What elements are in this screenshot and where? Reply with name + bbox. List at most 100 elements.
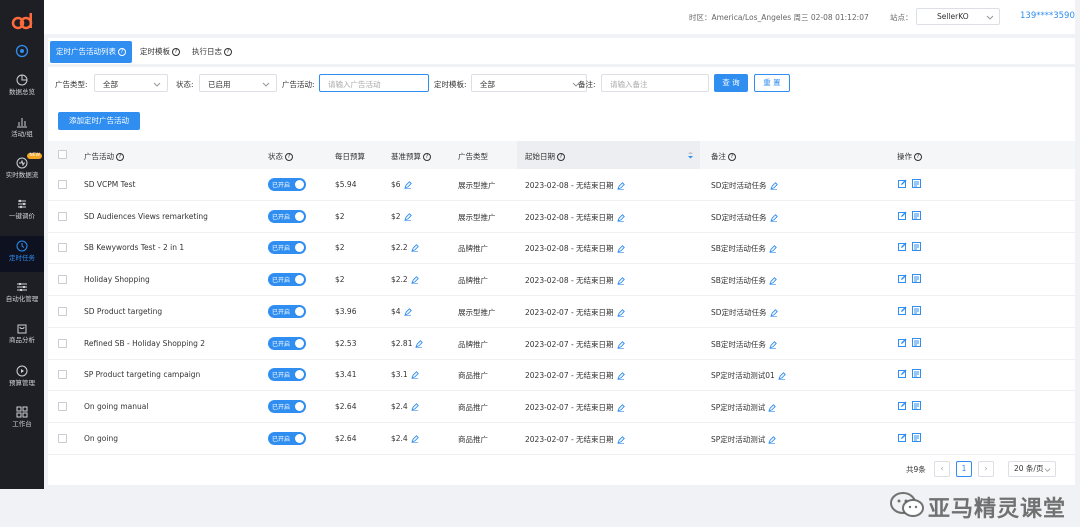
edit-pencil-icon[interactable] <box>768 404 777 412</box>
status-toggle[interactable]: 已开启 <box>268 336 306 350</box>
edit-pencil-icon[interactable] <box>769 340 777 349</box>
prev-page-button[interactable]: ‹ <box>934 461 950 477</box>
edit-pencil-icon[interactable] <box>616 404 625 412</box>
edit-pencil-icon[interactable] <box>403 307 412 316</box>
reset-button[interactable]: 重 置 <box>754 74 790 92</box>
status-select[interactable]: 已启用 <box>199 74 277 92</box>
edit-pencil-icon[interactable] <box>616 308 625 317</box>
edit-pencil-icon[interactable] <box>616 277 625 285</box>
edit-icon[interactable] <box>898 369 907 379</box>
edit-pencil-icon[interactable] <box>616 435 625 444</box>
edit-icon[interactable] <box>898 274 907 284</box>
row-checkbox[interactable] <box>58 370 67 380</box>
log-icon[interactable] <box>912 400 921 410</box>
log-icon[interactable] <box>912 337 921 347</box>
edit-icon[interactable] <box>898 179 907 188</box>
row-checkbox[interactable] <box>58 180 67 189</box>
status-toggle[interactable]: 已开启 <box>268 399 306 413</box>
edit-pencil-icon[interactable] <box>403 181 412 189</box>
edit-pencil-icon[interactable] <box>616 182 625 190</box>
status-toggle[interactable]: 已开启 <box>268 178 306 191</box>
row-checkbox[interactable] <box>58 401 67 411</box>
note-search-input[interactable]: 请输入备注 <box>601 74 709 92</box>
site-select[interactable]: SellerKO <box>916 8 1000 25</box>
edit-pencil-icon[interactable] <box>410 276 419 284</box>
sidebar-item-realtime[interactable]: NEW 实时数据流 <box>0 153 44 191</box>
edit-pencil-icon[interactable] <box>410 434 419 443</box>
sidebar-item-campaigns[interactable]: 活动/组 <box>0 116 44 150</box>
edit-pencil-icon[interactable] <box>616 372 625 380</box>
status-toggle[interactable]: 已开启 <box>268 368 306 382</box>
edit-pencil-icon[interactable] <box>768 435 777 444</box>
campaign-name[interactable]: SD Product targeting <box>84 307 162 316</box>
page-size-select[interactable]: 20 条/页 <box>1008 461 1056 477</box>
select-all-checkbox[interactable] <box>58 150 67 159</box>
status-toggle[interactable]: 已开启 <box>268 304 306 318</box>
log-icon[interactable] <box>912 242 921 252</box>
edit-icon[interactable] <box>898 211 907 220</box>
edit-pencil-icon[interactable] <box>410 244 419 253</box>
edit-pencil-icon[interactable] <box>769 277 777 285</box>
edit-pencil-icon[interactable] <box>769 213 778 222</box>
campaign-search-input[interactable]: 请输入广告活动 <box>319 74 429 92</box>
edit-icon[interactable] <box>898 242 907 252</box>
sidebar-item-adjust[interactable]: 一键调价 <box>0 198 44 232</box>
status-toggle[interactable]: 已开启 <box>268 241 306 255</box>
log-icon[interactable] <box>912 179 921 188</box>
edit-icon[interactable] <box>898 401 907 410</box>
page-number-button[interactable]: 1 <box>956 461 972 477</box>
sidebar-item-workbench[interactable]: 工作台 <box>0 406 44 440</box>
status-toggle[interactable]: 已开启 <box>268 209 306 223</box>
status-toggle[interactable]: 已开启 <box>268 431 306 445</box>
edit-pencil-icon[interactable] <box>769 182 778 190</box>
campaign-name[interactable]: On going manual <box>84 402 148 411</box>
campaign-name[interactable]: Refined SB - Holiday Shopping 2 <box>84 339 205 348</box>
campaign-name[interactable]: SP Product targeting campaign <box>84 370 200 379</box>
edit-pencil-icon[interactable] <box>410 371 419 379</box>
tab-execution-log[interactable]: 执行日志? <box>186 41 238 63</box>
template-select[interactable]: 全部 <box>471 74 587 92</box>
row-checkbox[interactable] <box>58 306 67 316</box>
ad-type-select[interactable]: 全部 <box>94 74 168 92</box>
add-scheduled-campaign-button[interactable]: 添加定时广告活动 <box>58 112 140 130</box>
campaign-name[interactable]: SD VCPM Test <box>84 180 135 189</box>
sort-icon[interactable] <box>687 151 694 159</box>
campaign-name[interactable]: SD Audiences Views remarketing <box>84 212 208 221</box>
row-checkbox[interactable] <box>58 211 67 221</box>
row-checkbox[interactable] <box>58 275 67 285</box>
tab-scheduled-campaign-list[interactable]: 定时广告活动列表? <box>50 41 132 63</box>
edit-icon[interactable] <box>898 306 907 315</box>
sidebar-item-product-analysis[interactable]: 商品分析 <box>0 322 44 356</box>
campaign-name[interactable]: Holiday Shopping <box>84 275 150 284</box>
edit-icon[interactable] <box>898 433 907 442</box>
log-icon[interactable] <box>912 305 921 315</box>
edit-icon[interactable] <box>898 338 907 347</box>
edit-pencil-icon[interactable] <box>616 245 625 254</box>
row-checkbox[interactable] <box>58 338 67 348</box>
edit-pencil-icon[interactable] <box>616 340 625 349</box>
col-start-date[interactable]: 起始日期? <box>525 151 565 162</box>
sidebar-item-scheduled[interactable]: 定时任务 <box>0 236 44 272</box>
next-page-button[interactable]: › <box>978 461 994 477</box>
edit-pencil-icon[interactable] <box>415 339 424 348</box>
status-toggle[interactable]: 已开启 <box>268 273 306 287</box>
log-icon[interactable] <box>912 210 921 220</box>
account-phone[interactable]: 139****3590 <box>1020 11 1075 21</box>
edit-pencil-icon[interactable] <box>410 403 419 411</box>
edit-pencil-icon[interactable] <box>778 372 786 380</box>
log-icon[interactable] <box>912 369 921 379</box>
edit-pencil-icon[interactable] <box>616 213 625 222</box>
sidebar-item-budget[interactable]: 预算管理 <box>0 365 44 399</box>
sidebar-item-overview[interactable]: 数据总览 <box>0 74 44 108</box>
edit-pencil-icon[interactable] <box>403 212 412 221</box>
edit-pencil-icon[interactable] <box>769 245 777 254</box>
row-checkbox[interactable] <box>58 243 67 253</box>
collapse-icon[interactable] <box>15 44 29 58</box>
campaign-name[interactable]: On going <box>84 434 118 443</box>
query-button[interactable]: 查 询 <box>714 74 748 92</box>
row-checkbox[interactable] <box>58 433 67 443</box>
log-icon[interactable] <box>912 274 921 284</box>
log-icon[interactable] <box>912 432 921 442</box>
edit-pencil-icon[interactable] <box>769 308 778 317</box>
tab-scheduled-template[interactable]: 定时模板? <box>134 41 186 63</box>
